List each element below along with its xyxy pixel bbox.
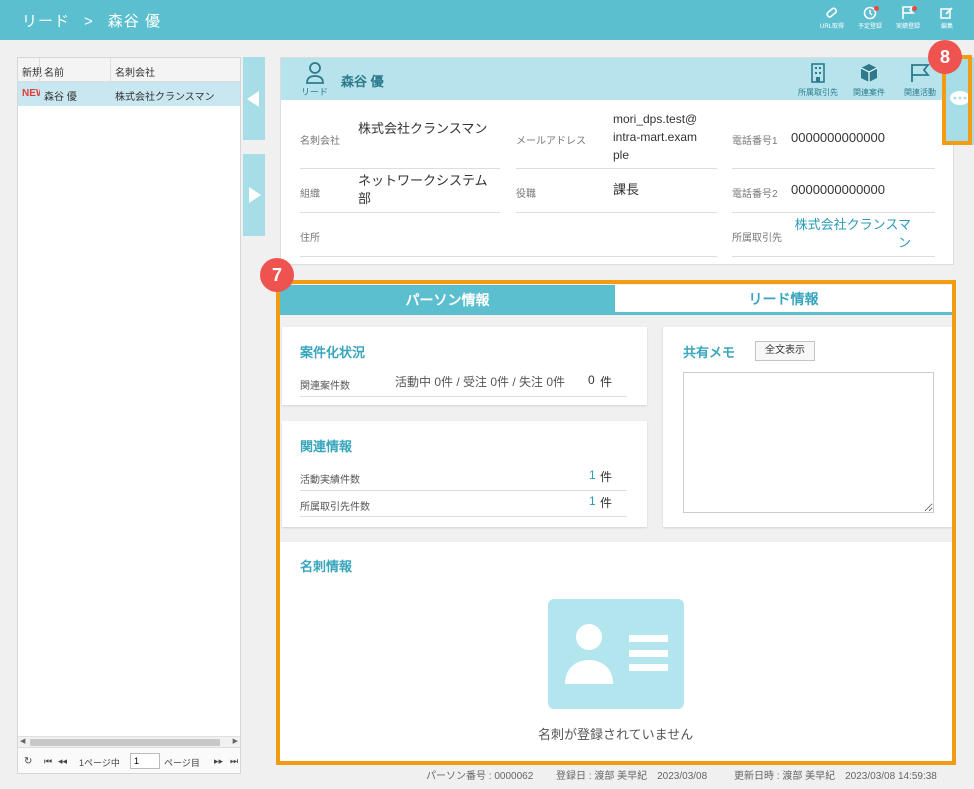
job-title-field: 役職 課長 [516,171,717,213]
organization-value: ネットワークシステム部 [358,173,488,206]
record-type-label: リード [301,87,329,97]
first-page-icon[interactable]: ⏮ [44,756,52,767]
arrow-right-icon [249,187,261,203]
lead-detail-card: リード 森谷 優 所属取引先 関連案件 関連活動 名刺会社 株式会社クランスマン… [280,57,954,265]
lead-list-panel: 新規 名前 名刺会社 NEW 森谷 優 株式会社クランスマン ◀ ▶ ↻ ⏮ ◂… [17,57,241,774]
notification-dot [912,6,917,11]
row-company: 株式会社クランスマン [115,92,215,103]
detail-header: リード 森谷 優 所属取引先 関連案件 関連活動 [281,58,953,100]
related-deals-button-label: 関連案件 [853,88,885,97]
phone2-key: 電話番号2 [732,189,778,200]
top-bar: リード > 森谷 優 URL取得 予定登録 実績登録 編集 [0,0,974,40]
pager: ↻ ⏮ ◂◂ 1ページ中 ページ目 ▸▸ ⏭ [18,747,240,773]
activity-record-button[interactable]: 実績登録 [891,6,925,36]
url-button-label: URL取得 [819,24,844,30]
company-key: 名刺会社 [300,136,340,147]
breadcrumb-root[interactable]: リード [22,13,70,30]
company-field: 名刺会社 株式会社クランスマン [300,112,500,169]
company-value: 株式会社クランスマン [358,121,488,136]
callout-badge-8: 8 [928,40,962,74]
box-icon [860,64,878,82]
collapse-list-button[interactable] [243,57,265,140]
email-key: メールアドレス [516,136,586,147]
url-button[interactable]: URL取得 [815,6,849,36]
flag-icon [911,64,930,82]
schedule-button[interactable]: 予定登録 [853,6,887,36]
new-flag: NEW [22,88,40,99]
horizontal-scrollbar[interactable]: ◀ ▶ [18,736,240,747]
email-field: メールアドレス mori_dps.test@intra-mart.example [516,112,717,169]
callout-badge-7: 7 [260,258,294,292]
organization-key: 組織 [300,189,320,200]
breadcrumb-separator: > [84,13,94,30]
arrow-left-icon [247,91,259,107]
column-name[interactable]: 名前 [44,64,64,79]
scroll-left-icon[interactable]: ◀ [20,737,25,745]
registered-info: 登録日 : 渡部 美早紀 2023/03/08 [556,771,708,782]
last-page-icon[interactable]: ⏭ [230,756,238,767]
scroll-thumb[interactable] [30,739,220,746]
schedule-button-label: 予定登録 [857,24,882,30]
person-name: 森谷 優 [341,74,384,89]
phone1-value: 0000000000000 [791,130,885,145]
account-button-label: 所属取引先 [798,88,838,97]
list-header: 新規 名前 名刺会社 [18,58,240,82]
account-link[interactable]: 株式会社クランスマン [791,216,911,252]
refresh-icon[interactable]: ↻ [24,756,32,767]
updated-info: 更新日時 : 渡部 美早紀 2023/03/08 14:59:38 [734,771,937,782]
scroll-right-icon[interactable]: ▶ [233,737,238,745]
highlight-frame-7 [276,280,956,765]
account-key: 所属取引先 [732,233,782,244]
link-icon [826,7,838,18]
expand-list-button[interactable] [243,154,265,236]
next-page-icon[interactable]: ▸▸ [214,756,223,767]
breadcrumb: リード > 森谷 優 [22,10,161,31]
building-icon [811,63,825,83]
email-value[interactable]: mori_dps.test@intra-mart.example [613,110,699,164]
edit-icon [940,7,953,19]
prev-page-icon[interactable]: ◂◂ [58,756,67,767]
row-name: 森谷 優 [44,92,77,103]
job-title-value: 課長 [613,182,640,197]
column-company[interactable]: 名刺会社 [115,64,155,79]
edit-button-label: 編集 [940,24,953,30]
job-title-key: 役職 [516,189,536,200]
person-icon [306,62,324,84]
phone1-key: 電話番号1 [732,136,778,147]
breadcrumb-current: 森谷 優 [107,13,161,30]
account-field: 所属取引先 株式会社クランスマン [732,215,935,257]
edit-button[interactable]: 編集 [930,6,964,36]
account-button[interactable]: 所属取引先 [793,63,843,98]
phone2-field: 電話番号2 0000000000000 [732,171,935,213]
page-suffix-label: ページ目 [164,758,200,768]
related-activities-button-label: 関連活動 [904,88,936,97]
table-row[interactable]: NEW 森谷 優 株式会社クランスマン [18,82,240,106]
phone2-value: 0000000000000 [791,182,885,197]
page-of-label: 1ページ中 [79,758,120,768]
activity-record-button-label: 実績登録 [895,24,920,30]
page-number-input[interactable] [130,753,160,769]
address-key: 住所 [300,233,320,244]
person-number: パーソン番号 : 0000062 [426,771,534,782]
notification-dot [874,6,879,11]
phone1-field: 電話番号1 0000000000000 [732,112,935,169]
address-field: 住所 [300,215,717,257]
organization-field: 組織 ネットワークシステム部 [300,171,500,213]
related-deals-button[interactable]: 関連案件 [844,63,894,98]
